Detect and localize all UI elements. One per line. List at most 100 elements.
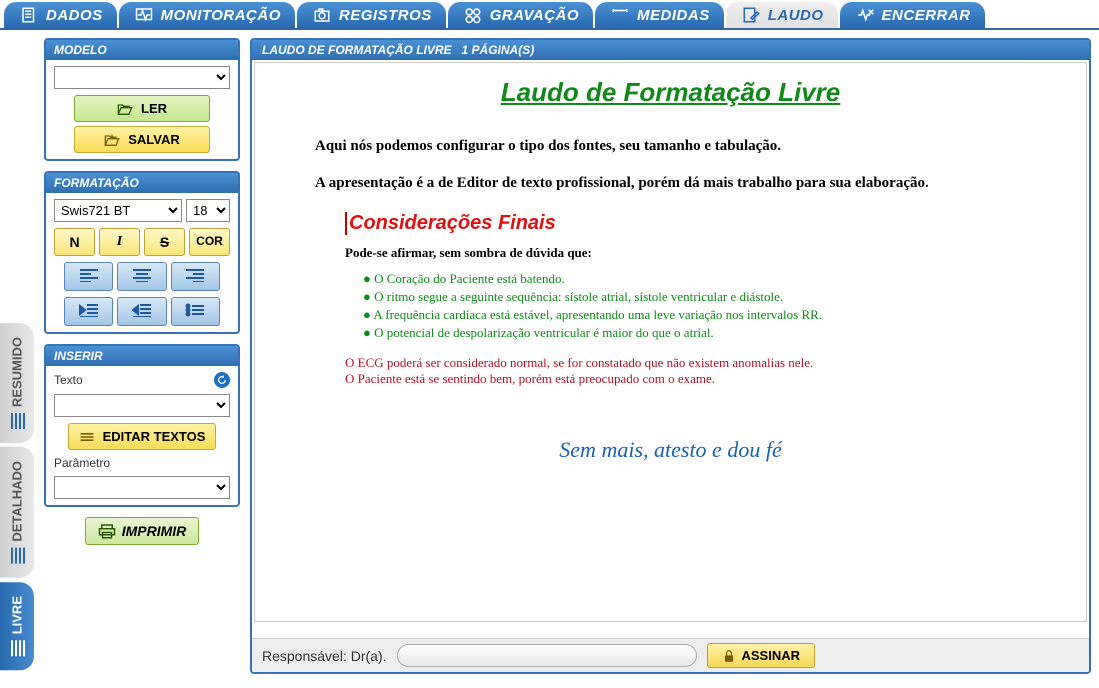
left-panel: MODELO LER SALVAR FORMATAÇÃO	[34, 30, 250, 682]
button-label: I	[117, 234, 122, 249]
button-label: EDITAR TEXTOS	[103, 429, 206, 444]
doc-bullet: O Coração do Paciente está batendo.	[363, 271, 1026, 287]
side-tab-bar: RESUMIDO DETALHADO LIVRE	[0, 30, 34, 682]
bold-button[interactable]: N	[54, 228, 95, 256]
doc-header-title: LAUDO DE FORMATAÇÃO LIVRE	[262, 43, 452, 57]
button-label: COR	[196, 234, 223, 248]
formatacao-header: FORMATAÇÃO	[46, 173, 238, 193]
doc-bullet: O potencial de despolarização ventricula…	[363, 325, 1026, 341]
monitor-icon	[133, 6, 155, 24]
inserir-panel: INSERIR Texto EDITAR TEXTOS Parâmetro	[44, 344, 240, 507]
tab-monitoracao[interactable]: MONITORAÇÃO	[119, 2, 295, 28]
strike-button[interactable]: S	[144, 228, 185, 256]
refresh-icon	[217, 375, 227, 385]
tab-encerrar[interactable]: ENCERRAR	[840, 2, 985, 28]
doc-paragraph: A apresentação é a de Editor de texto pr…	[315, 175, 1026, 192]
texto-label: Texto	[54, 373, 83, 387]
side-tab-label: LIVRE	[10, 596, 25, 634]
side-tab-label: RESUMIDO	[10, 337, 25, 407]
document-header: LAUDO DE FORMATAÇÃO LIVRE 1 PÁGINA(S)	[252, 40, 1089, 60]
modelo-panel: MODELO LER SALVAR	[44, 38, 240, 161]
doc-icon	[18, 6, 40, 24]
align-left-button[interactable]	[64, 262, 113, 291]
close-icon	[854, 6, 876, 24]
assinar-button[interactable]: ASSINAR	[707, 643, 816, 668]
tab-label: MEDIDAS	[637, 7, 710, 24]
indent-button[interactable]	[64, 297, 113, 326]
doc-note: O ECG poderá ser considerado normal, se …	[345, 355, 1026, 371]
doc-note: O Paciente está se sentindo bem, porém e…	[345, 371, 1026, 387]
tab-label: MONITORAÇÃO	[161, 7, 281, 24]
list-icon	[79, 430, 95, 444]
button-label: ASSINAR	[742, 648, 801, 663]
doc-signoff: Sem mais, atesto e dou fé	[315, 437, 1026, 463]
texto-select[interactable]	[54, 394, 230, 417]
align-left-icon	[79, 268, 99, 282]
side-tab-resumido[interactable]: RESUMIDO	[0, 323, 34, 443]
tab-label: REGISTROS	[339, 7, 432, 24]
outdent-button[interactable]	[117, 297, 166, 326]
side-tab-livre[interactable]: LIVRE	[0, 582, 34, 670]
align-center-icon	[132, 268, 152, 282]
doc-paragraph: Aqui nós podemos configurar o tipo dos f…	[315, 138, 1026, 155]
modelo-select[interactable]	[54, 66, 230, 89]
responsavel-input[interactable]	[397, 644, 697, 667]
bullets-icon	[185, 303, 205, 317]
lines-icon	[9, 640, 25, 656]
side-tab-label: DETALHADO	[10, 461, 25, 542]
button-label: IMPRIMIR	[122, 523, 187, 539]
tab-medidas[interactable]: MEDIDAS	[595, 2, 724, 28]
doc-bullet-list: O Coração do Paciente está batendo. O ri…	[345, 271, 1026, 341]
edit-icon	[740, 6, 762, 24]
side-tab-detalhado[interactable]: DETALHADO	[0, 447, 34, 578]
lines-icon	[9, 413, 25, 429]
color-button[interactable]: COR	[189, 228, 230, 256]
tab-label: GRAVAÇÃO	[490, 7, 579, 24]
button-label: LER	[141, 101, 167, 116]
parametro-select[interactable]	[54, 476, 230, 499]
doc-intro: Pode-se afirmar, sem sombra de dúvida qu…	[345, 245, 1026, 261]
doc-bullet: O ritmo segue a seguinte sequência: síst…	[363, 289, 1026, 305]
font-select[interactable]: Swis721 BT	[54, 199, 182, 222]
button-label: N	[69, 234, 79, 250]
modelo-header: MODELO	[46, 40, 238, 60]
doc-subtitle: Considerações Finais	[345, 212, 1026, 235]
parametro-label: Parâmetro	[54, 456, 230, 470]
editar-textos-button[interactable]: EDITAR TEXTOS	[68, 423, 217, 450]
tab-dados[interactable]: DADOS	[4, 2, 117, 28]
tab-label: LAUDO	[768, 7, 824, 24]
formatacao-panel: FORMATAÇÃO Swis721 BT 18 N I S COR	[44, 171, 240, 334]
button-label: S	[160, 234, 169, 250]
salvar-button[interactable]: SALVAR	[74, 126, 210, 153]
ruler-icon	[609, 6, 631, 24]
imprimir-button[interactable]: IMPRIMIR	[85, 517, 200, 545]
italic-button[interactable]: I	[99, 228, 140, 256]
outdent-icon	[132, 303, 152, 317]
indent-icon	[79, 303, 99, 317]
ler-button[interactable]: LER	[74, 95, 210, 122]
align-right-icon	[185, 268, 205, 282]
refresh-button[interactable]	[214, 372, 230, 388]
camera-icon	[311, 6, 333, 24]
open-icon	[117, 102, 133, 116]
doc-title: Laudo de Formatação Livre	[315, 77, 1026, 108]
responsavel-label: Responsável: Dr(a).	[262, 648, 387, 664]
document-scroll[interactable]: Laudo de Formatação Livre Aqui nós podem…	[252, 60, 1089, 638]
align-center-button[interactable]	[117, 262, 166, 291]
doc-header-pages: 1 PÁGINA(S)	[462, 43, 535, 57]
tab-gravacao[interactable]: GRAVAÇÃO	[448, 2, 593, 28]
button-label: SALVAR	[128, 132, 180, 147]
top-tab-bar: DADOS MONITORAÇÃO REGISTROS GRAVAÇÃO MED…	[0, 0, 1099, 30]
document-area: LAUDO DE FORMATAÇÃO LIVRE 1 PÁGINA(S) La…	[250, 38, 1091, 674]
record-icon	[462, 6, 484, 24]
tab-label: ENCERRAR	[882, 7, 971, 24]
align-right-button[interactable]	[171, 262, 220, 291]
save-icon	[104, 133, 120, 147]
document-footer: Responsável: Dr(a). ASSINAR	[252, 638, 1089, 672]
bullets-button[interactable]	[171, 297, 220, 326]
document-page[interactable]: Laudo de Formatação Livre Aqui nós podem…	[254, 62, 1087, 622]
tab-laudo[interactable]: LAUDO	[726, 2, 838, 28]
tab-label: DADOS	[46, 7, 103, 24]
tab-registros[interactable]: REGISTROS	[297, 2, 446, 28]
font-size-select[interactable]: 18	[186, 199, 230, 222]
